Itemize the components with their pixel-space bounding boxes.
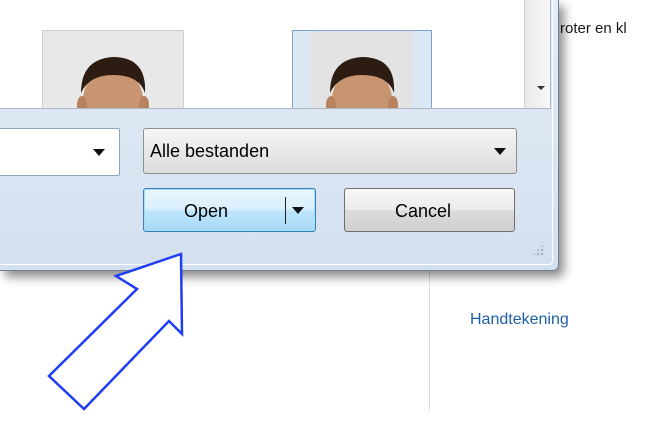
callout-arrow-icon <box>47 252 184 411</box>
